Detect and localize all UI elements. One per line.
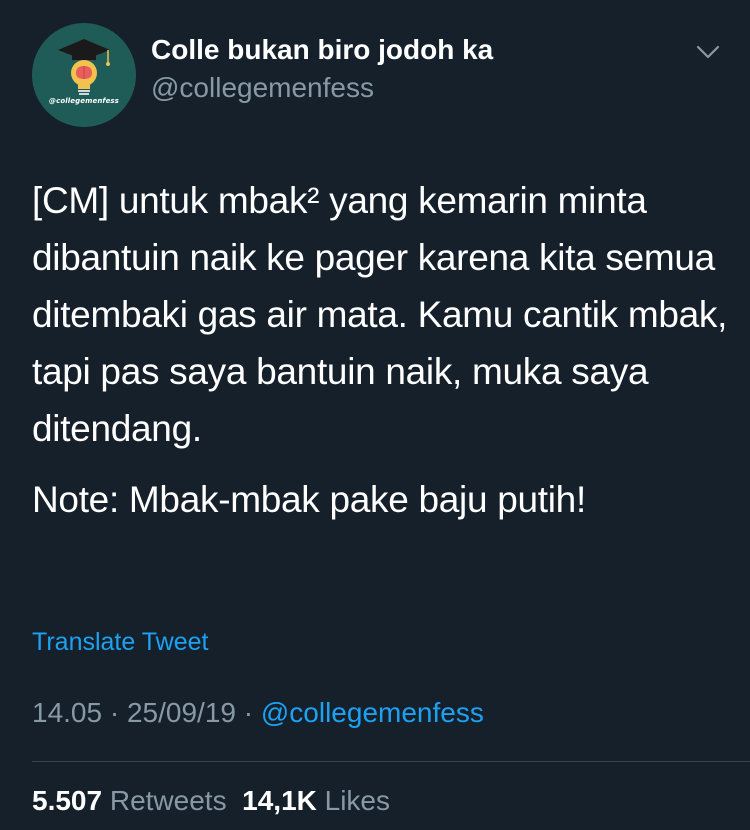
screen-name[interactable]: @collegemenfess bbox=[151, 72, 374, 104]
chevron-down-icon[interactable] bbox=[692, 38, 724, 66]
display-name[interactable]: Colle bukan biro jodoh ka bbox=[151, 34, 493, 66]
tweet-date[interactable]: 25/09/19 bbox=[127, 697, 236, 728]
retweets-count: 5.507 bbox=[32, 785, 103, 816]
divider bbox=[32, 761, 750, 762]
tweet-stats: 5.507 Retweets 14,1K Likes bbox=[32, 785, 390, 817]
tweet-time[interactable]: 14.05 bbox=[32, 697, 102, 728]
tweet-meta: 14.05 · 25/09/19 · @collegemenfess bbox=[32, 697, 484, 729]
tweet-text: [CM] untuk mbak² yang kemarin minta diba… bbox=[32, 172, 732, 542]
retweets-label: Retweets bbox=[109, 785, 227, 816]
graduation-cap-bulb-icon bbox=[58, 39, 110, 95]
tweet-detail: @collegemenfess Colle bukan biro jodoh k… bbox=[0, 0, 750, 830]
likes-label: Likes bbox=[324, 785, 391, 816]
translate-tweet-link[interactable]: Translate Tweet bbox=[32, 628, 208, 657]
likes-count: 14,1K bbox=[242, 785, 317, 816]
avatar[interactable]: @collegemenfess bbox=[32, 23, 136, 127]
meta-separator: · bbox=[235, 697, 261, 728]
avatar-handle-text: @collegemenfess bbox=[49, 97, 119, 105]
tweet-paragraph-1: [CM] untuk mbak² yang kemarin minta diba… bbox=[32, 180, 728, 449]
meta-separator: · bbox=[102, 697, 127, 728]
tweet-source-link[interactable]: @collegemenfess bbox=[261, 697, 484, 728]
likes-stat[interactable]: 14,1K Likes bbox=[242, 785, 390, 816]
tweet-paragraph-2: Note: Mbak-mbak pake baju putih! bbox=[32, 479, 586, 520]
retweets-stat[interactable]: 5.507 Retweets bbox=[32, 785, 227, 816]
